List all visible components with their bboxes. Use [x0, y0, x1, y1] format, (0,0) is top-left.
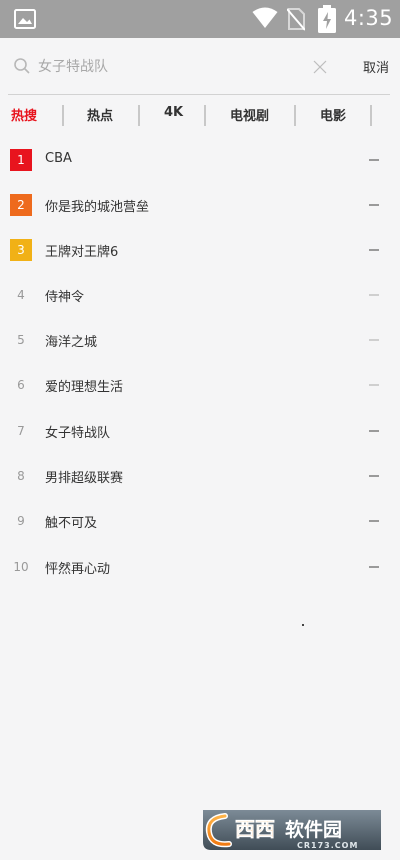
- search-input[interactable]: [38, 56, 298, 78]
- rank-number: 10: [13, 560, 29, 574]
- list-item[interactable]: 3 王牌对王牌6: [0, 228, 400, 273]
- rank-badge: 3: [10, 239, 32, 261]
- status-bar: 4:35: [0, 0, 400, 38]
- trend-flat-icon: [369, 204, 379, 206]
- rank-badge: 1: [10, 149, 32, 171]
- tab-4k[interactable]: 4K: [164, 105, 183, 120]
- rank-number: 6: [17, 378, 25, 392]
- trend-flat-icon: [369, 159, 379, 161]
- rank-number: 5: [17, 333, 25, 347]
- wifi-icon: [252, 7, 278, 28]
- search-icon: [14, 58, 30, 74]
- search-divider: [8, 94, 390, 95]
- tab-movies[interactable]: 电影: [320, 105, 346, 124]
- svg-text:CR173.COM: CR173.COM: [297, 841, 358, 850]
- rank-number: 8: [17, 469, 25, 483]
- list-item-title: 你是我的城池营垒: [45, 200, 150, 215]
- svg-text:软件园: 软件园: [285, 818, 342, 841]
- trend-flat-icon: [369, 566, 379, 568]
- trend-flat-icon: [369, 384, 379, 386]
- no-sim-icon: [287, 8, 305, 31]
- tab-hot-topics[interactable]: 热点: [87, 105, 113, 124]
- list-item[interactable]: 8 男排超级联赛: [0, 454, 400, 499]
- tab-hot-search[interactable]: 热搜: [11, 105, 37, 124]
- trend-flat-icon: [369, 520, 379, 522]
- clear-icon[interactable]: [313, 60, 327, 74]
- list-item[interactable]: 2 你是我的城池营垒: [0, 183, 400, 228]
- list-item[interactable]: 1 CBA: [0, 138, 400, 183]
- rank-number: 4: [17, 288, 25, 302]
- rank-number: 7: [17, 424, 25, 438]
- list-item[interactable]: 7 女子特战队: [0, 409, 400, 454]
- image-icon: [14, 9, 36, 29]
- list-item-title: 男排超级联赛: [45, 471, 124, 486]
- list-item-title: 女子特战队: [45, 426, 111, 441]
- list-item-title: 爱的理想生活: [45, 380, 124, 395]
- list-item-title: 怦然再心动: [45, 562, 111, 577]
- tab-separator: [370, 105, 372, 126]
- tab-separator: [62, 105, 64, 126]
- tab-separator: [294, 105, 296, 126]
- stray-dot: [302, 624, 304, 626]
- battery-charging-icon: [318, 5, 336, 33]
- trend-flat-icon: [369, 430, 379, 432]
- category-tabs: 热搜 热点 4K 电视剧 电影: [0, 96, 400, 136]
- list-item[interactable]: 10 怦然再心动: [0, 545, 400, 590]
- trend-flat-icon: [369, 294, 379, 296]
- list-item-title: 王牌对王牌6: [45, 245, 119, 260]
- list-item[interactable]: 4 侍神令: [0, 273, 400, 318]
- list-item-title: 触不可及: [45, 516, 98, 531]
- tab-separator: [204, 105, 206, 126]
- tab-tv-series[interactable]: 电视剧: [230, 105, 269, 124]
- cancel-button[interactable]: 取消: [363, 57, 389, 76]
- list-item-title: 侍神令: [45, 290, 85, 305]
- rank-badge: 2: [10, 194, 32, 216]
- svg-text:西西: 西西: [235, 817, 275, 841]
- trend-flat-icon: [369, 249, 379, 251]
- watermark-logo: 西西 软件园 CR173.COM: [203, 810, 381, 850]
- status-time: 4:35: [344, 6, 394, 30]
- list-item[interactable]: 9 触不可及: [0, 499, 400, 544]
- rank-number: 9: [17, 514, 25, 528]
- list-item[interactable]: 5 海洋之城: [0, 318, 400, 363]
- list-item-title: 海洋之城: [45, 335, 98, 350]
- trend-flat-icon: [369, 475, 379, 477]
- list-item-title: CBA: [45, 151, 72, 166]
- tab-separator: [138, 105, 140, 126]
- list-item[interactable]: 6 爱的理想生活: [0, 363, 400, 408]
- trend-flat-icon: [369, 339, 379, 341]
